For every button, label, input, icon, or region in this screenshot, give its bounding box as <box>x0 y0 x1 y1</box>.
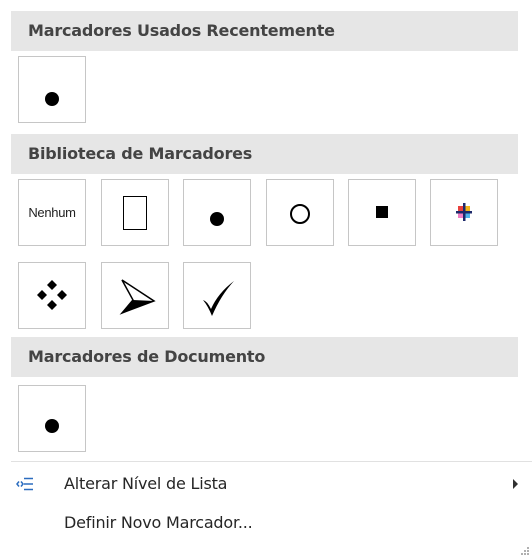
document-bullet-filled-circle[interactable] <box>18 385 86 452</box>
recent-bullet-filled-circle[interactable] <box>18 56 86 123</box>
library-bullet-arrowhead[interactable] <box>101 262 169 329</box>
library-bullet-four-diamonds[interactable] <box>18 262 86 329</box>
checkmark-bullet-icon <box>203 281 234 316</box>
library-bullet-hollow-square[interactable] <box>101 179 169 246</box>
library-bullet-filled-square[interactable] <box>348 179 416 246</box>
define-new-bullet-menu-item[interactable]: Definir Novo Marcador... <box>0 503 532 543</box>
library-bullet-multicolor-star[interactable] <box>430 179 498 246</box>
library-bullet-hollow-circle[interactable] <box>266 179 334 246</box>
submenu-arrow-icon <box>513 479 518 489</box>
hollow-circle-bullet-icon <box>290 204 310 224</box>
arrowhead-bullet-icon <box>119 279 156 315</box>
four-diamonds-bullet-icon <box>37 280 67 310</box>
library-bullet-none[interactable]: Nenhum <box>18 179 86 246</box>
filled-circle-bullet-icon <box>210 212 224 226</box>
resize-grip-icon[interactable] <box>520 546 530 556</box>
menu-divider <box>11 461 532 462</box>
change-list-level-menu-item[interactable]: Alterar Nível de Lista <box>0 464 532 504</box>
bullets-dropdown-panel: Marcadores Usados Recentemente Bibliotec… <box>0 0 532 558</box>
multicolor-star-bullet-icon <box>456 203 472 221</box>
list-indent-icon <box>16 476 34 495</box>
filled-square-bullet-icon <box>376 206 388 218</box>
recent-bullets-header: Marcadores Usados Recentemente <box>11 11 518 51</box>
filled-circle-bullet-icon <box>45 92 59 106</box>
library-bullet-filled-circle[interactable] <box>183 179 251 246</box>
document-bullets-header: Marcadores de Documento <box>11 337 518 377</box>
library-bullet-checkmark[interactable] <box>183 262 251 329</box>
bullet-library-header: Biblioteca de Marcadores <box>11 134 518 174</box>
define-new-bullet-label: Definir Novo Marcador... <box>64 513 253 532</box>
filled-circle-bullet-icon <box>45 419 59 433</box>
none-bullet-label: Nenhum <box>28 205 76 220</box>
change-list-level-label: Alterar Nível de Lista <box>64 474 228 493</box>
hollow-square-bullet-icon <box>123 196 147 230</box>
